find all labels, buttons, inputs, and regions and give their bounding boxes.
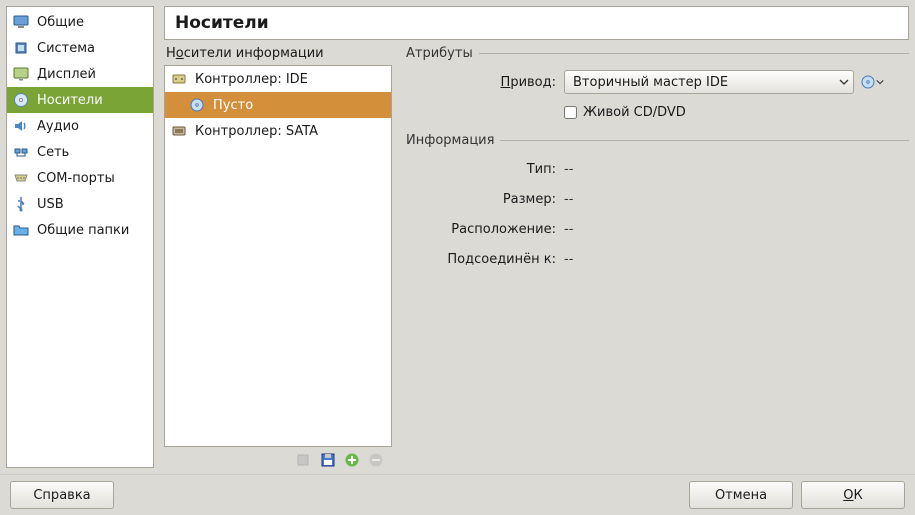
cd-icon (860, 74, 876, 90)
sidebar-item-network[interactable]: Сеть (7, 139, 153, 165)
chevron-down-icon (839, 77, 849, 87)
live-cd-checkbox[interactable]: Живой CD/DVD (564, 99, 909, 125)
sidebar-item-system[interactable]: Система (7, 35, 153, 61)
dialog-button-bar: Справка Отмена ОК (0, 474, 915, 515)
storage-tree[interactable]: Контроллер: IDE Пусто Контроллер: SATA (164, 65, 392, 447)
add-controller-button (296, 452, 312, 468)
ide-icon (171, 71, 187, 87)
info-attached-label: Подсоединён к: (406, 252, 564, 267)
info-type-value: -- (564, 162, 573, 177)
sidebar-item-general[interactable]: Общие (7, 9, 153, 35)
drive-label: Привод: (406, 75, 564, 90)
serial-icon (13, 170, 29, 186)
sidebar-item-audio[interactable]: Аудио (7, 113, 153, 139)
chip-icon (13, 40, 29, 56)
info-type-label: Тип: (406, 162, 564, 177)
live-cd-input[interactable] (564, 106, 577, 119)
tree-controller-ide[interactable]: Контроллер: IDE (165, 66, 391, 92)
tree-controller-sata[interactable]: Контроллер: SATA (165, 118, 391, 144)
cancel-button[interactable]: Отмена (689, 481, 793, 509)
folder-icon (13, 222, 29, 238)
net-icon (13, 144, 29, 160)
info-attached-value: -- (564, 252, 573, 267)
settings-sidebar: Общие Система Дисплей Носители Аудио Сет… (6, 6, 154, 468)
storage-tree-label: Носители информации (166, 46, 392, 61)
sidebar-item-storage[interactable]: Носители (7, 87, 153, 113)
help-button[interactable]: Справка (10, 481, 114, 509)
disc-icon (13, 92, 29, 108)
sidebar-item-shared-folders[interactable]: Общие папки (7, 217, 153, 243)
drive-combo[interactable]: Вторичный мастер IDE (564, 70, 854, 94)
storage-tree-toolbar (164, 447, 392, 468)
ok-button[interactable]: ОК (801, 481, 905, 509)
usb-icon (13, 196, 29, 212)
info-size-label: Размер: (406, 192, 564, 207)
remove-controller-button[interactable] (320, 452, 336, 468)
chevron-down-icon (876, 78, 884, 86)
sidebar-item-display[interactable]: Дисплей (7, 61, 153, 87)
add-attachment-button[interactable] (344, 452, 360, 468)
cd-icon (189, 97, 205, 113)
choose-disk-button[interactable] (860, 74, 884, 90)
monitor-icon (13, 14, 29, 30)
page-title: Носители (175, 13, 269, 33)
info-location-value: -- (564, 222, 573, 237)
audio-icon (13, 118, 29, 134)
page-title-bar: Носители (164, 6, 909, 40)
display-icon (13, 66, 29, 82)
info-size-value: -- (564, 192, 573, 207)
sidebar-item-usb[interactable]: USB (7, 191, 153, 217)
info-location-label: Расположение: (406, 222, 564, 237)
sata-icon (171, 123, 187, 139)
attributes-label: Атрибуты (406, 46, 473, 61)
info-label: Информация (406, 133, 494, 148)
remove-attachment-button (368, 452, 384, 468)
sidebar-item-serial[interactable]: COM-порты (7, 165, 153, 191)
tree-item-empty[interactable]: Пусто (165, 92, 391, 118)
